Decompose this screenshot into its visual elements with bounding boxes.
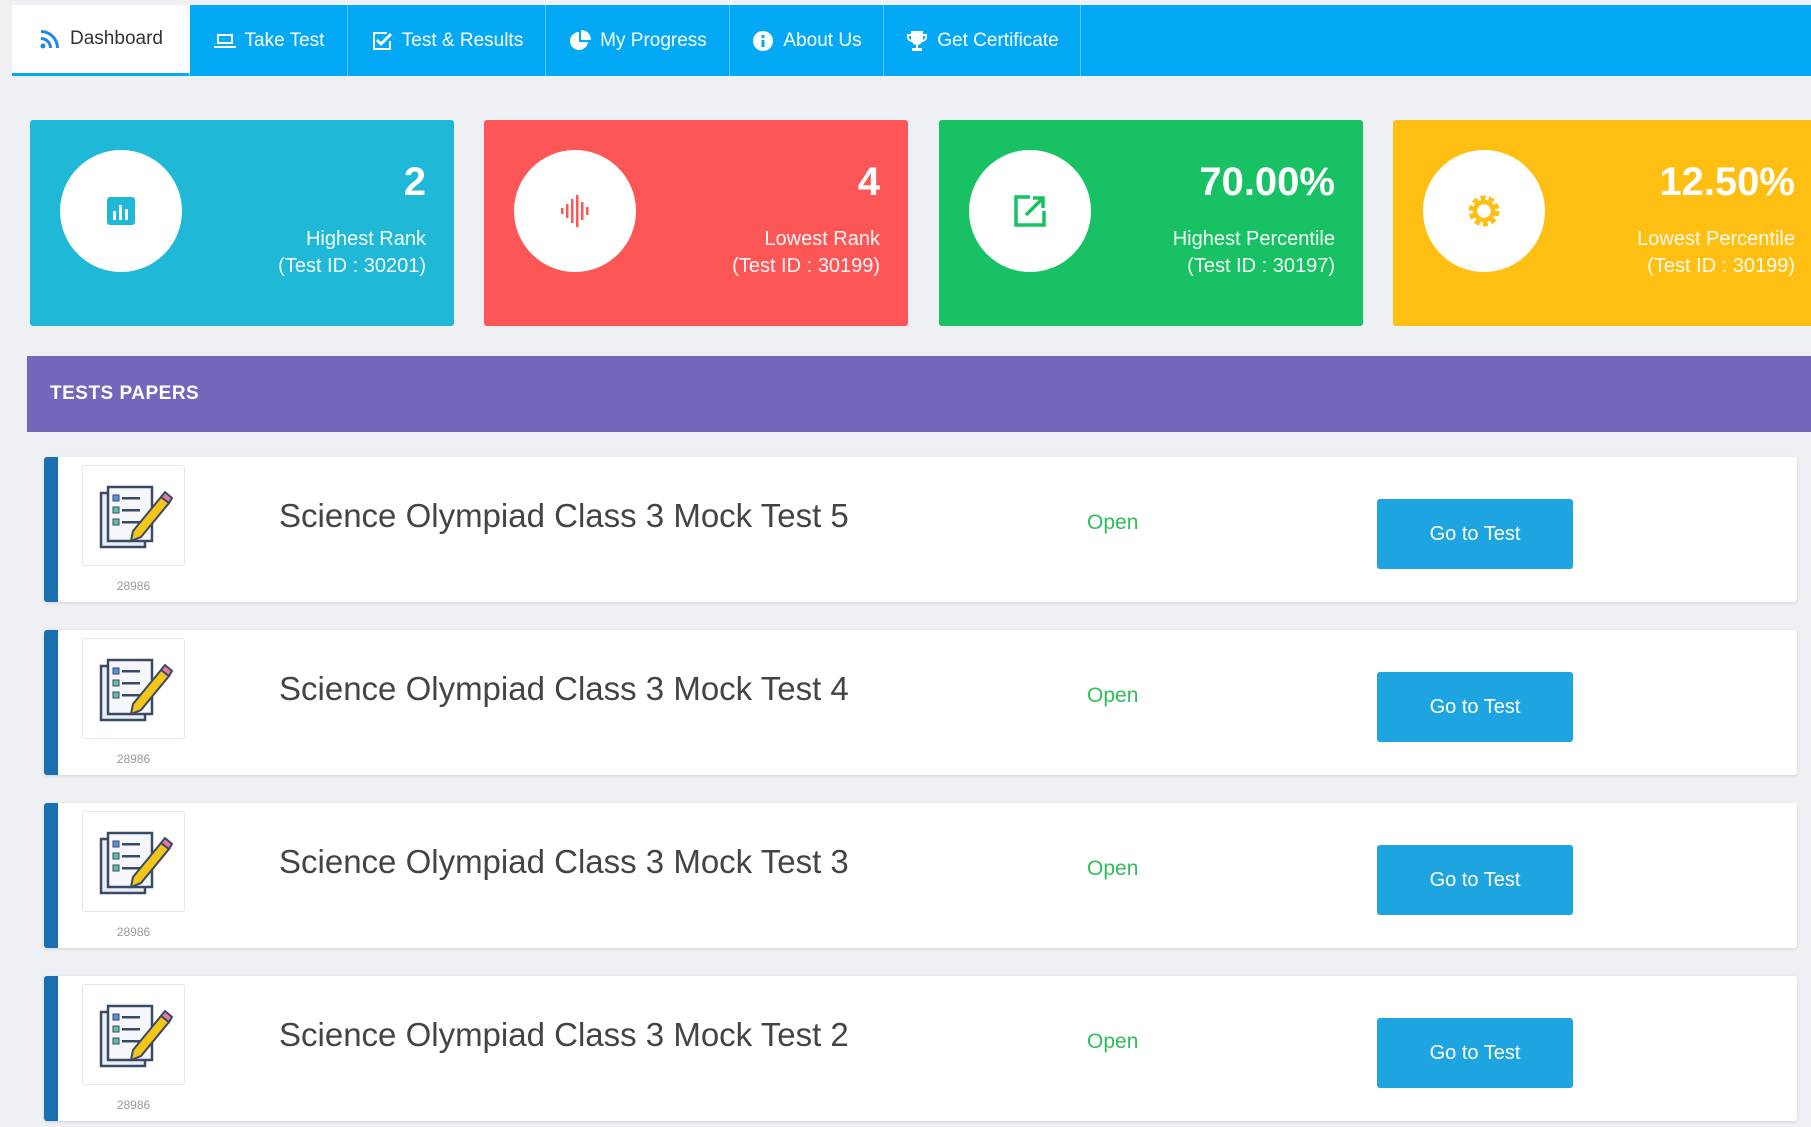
stat-value: 70.00% [1199, 160, 1335, 204]
laptop-icon [213, 33, 236, 48]
audio-wave-icon [561, 195, 589, 227]
nav-item-label: Get Certificate [937, 29, 1059, 51]
nav-item-test-results[interactable]: Test & Results [348, 5, 546, 76]
section-header-tests-papers: TESTS PAPERS [27, 356, 1811, 432]
test-title[interactable]: Science Olympiad Class 3 Mock Test 3 [279, 843, 849, 881]
test-status: Open [1087, 684, 1139, 707]
stat-label-line2: (Test ID : 30197) [1187, 255, 1335, 277]
checkbox-icon [372, 31, 392, 50]
test-id: 28986 [116, 1098, 151, 1112]
stat-label: Highest Rank (Test ID : 30201) [278, 226, 426, 280]
top-nav: Dashboard Take Test Test & Results My Pr… [12, 5, 1811, 76]
stat-value: 2 [403, 160, 426, 204]
external-link-icon [1014, 195, 1046, 227]
stat-card-lowest-percentile: 12.50% Lowest Percentile (Test ID : 3019… [1393, 120, 1811, 326]
nav-item-label: Dashboard [70, 28, 163, 49]
stat-label-line1: Lowest Rank [764, 228, 880, 250]
pie-chart-icon [570, 29, 592, 50]
info-icon [753, 30, 774, 51]
gear-icon [1468, 195, 1500, 227]
test-thumbnail [82, 984, 185, 1085]
test-status: Open [1087, 511, 1139, 534]
test-thumbnail [82, 811, 185, 912]
go-to-test-button[interactable]: Go to Test [1377, 672, 1573, 742]
stat-label-line2: (Test ID : 30199) [732, 255, 880, 277]
go-to-test-button[interactable]: Go to Test [1377, 845, 1573, 915]
stat-label-line2: (Test ID : 30201) [278, 255, 426, 277]
rss-icon [40, 30, 60, 49]
stat-label: Lowest Percentile (Test ID : 30199) [1637, 226, 1795, 280]
stat-label-line1: Lowest Percentile [1637, 228, 1795, 250]
test-paper-pencil-icon [99, 1004, 173, 1067]
test-title[interactable]: Science Olympiad Class 3 Mock Test 2 [279, 1016, 849, 1054]
stat-label: Lowest Rank (Test ID : 30199) [732, 226, 880, 280]
go-to-test-button[interactable]: Go to Test [1377, 1018, 1573, 1088]
test-title[interactable]: Science Olympiad Class 3 Mock Test 4 [279, 670, 849, 708]
test-row: 28986 Science Olympiad Class 3 Mock Test… [44, 630, 1797, 775]
stat-icon-circle [1423, 150, 1545, 272]
bar-chart-icon [107, 197, 135, 225]
nav-item-label: My Progress [600, 29, 707, 51]
nav-item-label: About Us [783, 29, 862, 51]
nav-item-about-us[interactable]: About Us [730, 5, 884, 76]
nav-item-dashboard[interactable]: Dashboard [12, 5, 190, 76]
test-status: Open [1087, 857, 1139, 880]
test-id: 28986 [116, 925, 151, 939]
nav-item-get-certificate[interactable]: Get Certificate [884, 5, 1081, 76]
test-thumbnail [82, 465, 185, 566]
test-id: 28986 [116, 752, 151, 766]
test-paper-pencil-icon [99, 658, 173, 721]
stat-value: 4 [857, 160, 880, 204]
go-to-test-button[interactable]: Go to Test [1377, 499, 1573, 569]
stat-icon-circle [969, 150, 1091, 272]
test-status: Open [1087, 1030, 1139, 1053]
test-row: 28986 Science Olympiad Class 3 Mock Test… [44, 976, 1797, 1121]
stat-value: 12.50% [1659, 160, 1795, 204]
nav-item-label: Test & Results [401, 29, 524, 51]
stats-row: 2 Highest Rank (Test ID : 30201) 4 Lowes… [30, 120, 1811, 326]
test-paper-pencil-icon [99, 831, 173, 894]
stat-card-lowest-rank: 4 Lowest Rank (Test ID : 30199) [484, 120, 908, 326]
test-row: 28986 Science Olympiad Class 3 Mock Test… [44, 457, 1797, 602]
stat-icon-circle [514, 150, 636, 272]
stat-card-highest-rank: 2 Highest Rank (Test ID : 30201) [30, 120, 454, 326]
stat-icon-circle [60, 150, 182, 272]
stat-card-highest-percentile: 70.00% Highest Percentile (Test ID : 301… [939, 120, 1363, 326]
test-id: 28986 [116, 579, 151, 593]
trophy-icon [907, 30, 928, 51]
stat-label: Highest Percentile (Test ID : 30197) [1173, 226, 1335, 280]
stat-label-line2: (Test ID : 30199) [1647, 255, 1795, 277]
test-paper-pencil-icon [99, 485, 173, 548]
test-thumbnail [82, 638, 185, 739]
test-title[interactable]: Science Olympiad Class 3 Mock Test 5 [279, 497, 849, 535]
stat-label-line1: Highest Rank [305, 228, 426, 250]
stat-label-line1: Highest Percentile [1172, 228, 1335, 250]
nav-item-label: Take Test [244, 29, 325, 51]
test-row: 28986 Science Olympiad Class 3 Mock Test… [44, 803, 1797, 948]
nav-item-take-test[interactable]: Take Test [190, 5, 348, 76]
nav-item-my-progress[interactable]: My Progress [546, 5, 730, 76]
